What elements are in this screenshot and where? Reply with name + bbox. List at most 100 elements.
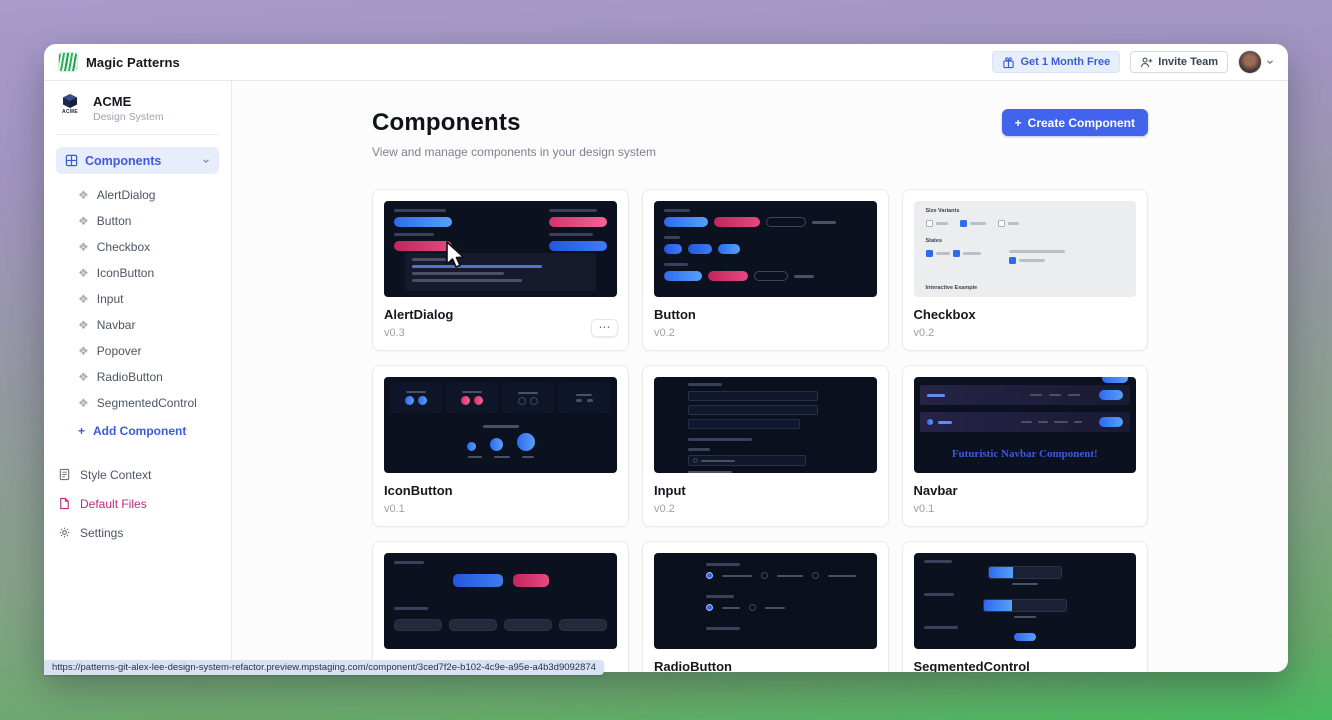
thumbnail-checkbox[interactable]: Size Variants States Intera — [914, 201, 1137, 297]
card-popover[interactable]: Popover v0.2 — [372, 541, 629, 672]
sidebar-item-label: Button — [97, 214, 132, 228]
sidebar-item-popover[interactable]: ❖Popover — [74, 338, 219, 364]
invite-team-button[interactable]: Invite Team — [1130, 51, 1228, 73]
card-alertdialog[interactable]: AlertDialog v0.3 ⋯ — [372, 189, 629, 351]
magic-patterns-logo-icon — [58, 52, 78, 72]
chevron-down-icon — [1266, 58, 1274, 66]
deco-logo-line — [938, 421, 952, 424]
sidebar-group-components[interactable]: Components — [56, 147, 219, 174]
sidebar-item-settings[interactable]: Settings — [56, 518, 219, 547]
file-icon — [58, 497, 71, 510]
plus-icon: + — [1015, 116, 1022, 130]
deco-line — [1012, 583, 1038, 585]
get-month-free-label: Get 1 Month Free — [1020, 56, 1110, 68]
thumb-col — [549, 209, 607, 227]
deco-line — [412, 265, 542, 268]
sidebar-item-label: SegmentedControl — [97, 396, 197, 410]
deco-line — [706, 595, 734, 598]
sidebar-item-radiobutton[interactable]: ❖ RadioButton — [74, 364, 219, 390]
get-month-free-button[interactable]: Get 1 Month Free — [992, 51, 1120, 73]
sidebar-item-navbar[interactable]: ❖Navbar — [74, 312, 219, 338]
deco-button — [1099, 417, 1123, 427]
deco-line — [706, 563, 740, 566]
segment-active — [989, 567, 1013, 578]
thumb-item — [998, 220, 1019, 227]
card-radiobutton[interactable]: RadioButton v0.1 — [642, 541, 889, 672]
deco-input-field — [688, 419, 800, 429]
thumb-item — [1009, 257, 1065, 264]
sidebar-group-label: Components — [85, 154, 161, 168]
sidebar-item-checkbox[interactable]: ❖Checkbox — [74, 234, 219, 260]
card-iconbutton[interactable]: IconButton v0.1 — [372, 365, 629, 527]
invite-team-label: Invite Team — [1158, 56, 1218, 68]
deco-button — [688, 244, 712, 254]
component-icon: ❖ — [78, 189, 89, 201]
thumbnail-input[interactable] — [654, 377, 877, 473]
card-more-button[interactable]: ⋯ — [591, 319, 618, 337]
avatar[interactable] — [1238, 50, 1262, 74]
thumbnail-iconbutton[interactable] — [384, 377, 617, 473]
sidebar-footer: Style Context Default Files Settings — [56, 460, 219, 547]
user-menu[interactable] — [1238, 50, 1274, 74]
page-title-block: Components View and manage components in… — [372, 109, 656, 159]
thumbnail-segmentedcontrol[interactable] — [914, 553, 1137, 649]
sidebar-item-label: Navbar — [97, 318, 136, 332]
app-body: ACME ACME Design System Components ❖ Aler… — [44, 81, 1288, 672]
create-component-label: Create Component — [1028, 116, 1135, 130]
card-input[interactable]: Input v0.2 — [642, 365, 889, 527]
thumbnail-radiobutton[interactable] — [654, 553, 877, 649]
sidebar-item-label: AlertDialog — [97, 188, 156, 202]
component-grid: AlertDialog v0.3 ⋯ — [372, 189, 1148, 672]
add-component-button[interactable]: + Add Component — [78, 418, 219, 444]
deco-logo-line — [927, 394, 945, 397]
thumb-group — [446, 383, 498, 413]
card-button[interactable]: Button v0.2 — [642, 189, 889, 351]
deco-line — [688, 438, 752, 441]
icon-button-dot — [461, 396, 470, 405]
deco-line — [576, 399, 582, 402]
card-name: RadioButton — [654, 659, 877, 672]
thumb-col — [549, 233, 607, 251]
create-component-button[interactable]: + Create Component — [1002, 109, 1148, 136]
deco-line — [722, 575, 752, 577]
top-header: Magic Patterns Get 1 Month Free Invite T… — [44, 44, 1288, 81]
segment — [1012, 600, 1038, 611]
acme-logo: ACME — [56, 93, 84, 123]
card-version: v0.1 — [384, 503, 617, 515]
card-name: IconButton — [384, 483, 617, 498]
person-plus-icon — [1140, 56, 1153, 69]
sidebar-item-alertdialog[interactable]: ❖ AlertDialog — [74, 182, 219, 208]
thumb-row — [394, 233, 607, 251]
thumbnail-popover[interactable] — [384, 553, 617, 649]
grid-icon — [65, 154, 78, 167]
sidebar-item-default-files[interactable]: Default Files — [56, 489, 219, 518]
deco-navbar-row — [920, 412, 1131, 432]
card-version: v0.1 — [914, 503, 1137, 515]
deco-links — [1021, 421, 1082, 423]
deco-line — [701, 460, 735, 462]
thumbnail-navbar[interactable]: Futuristic Navbar Component! — [914, 377, 1137, 473]
component-icon: ❖ — [78, 215, 89, 227]
sidebar-item-label: RadioButton — [97, 370, 163, 384]
card-segmentedcontrol[interactable]: SegmentedControl v0.2 — [902, 541, 1149, 672]
segment-active — [984, 600, 1012, 611]
card-checkbox[interactable]: Size Variants States Intera — [902, 189, 1149, 351]
sidebar-item-segmentedcontrol[interactable]: ❖SegmentedControl — [74, 390, 219, 416]
org-switcher[interactable]: ACME ACME Design System — [56, 93, 219, 123]
thumb-row — [394, 619, 607, 631]
thumbnail-alertdialog[interactable] — [384, 201, 617, 297]
deco-line — [924, 560, 952, 563]
deco-button — [394, 217, 452, 227]
org-name: ACME — [93, 94, 164, 109]
card-navbar[interactable]: Futuristic Navbar Component! Navbar v0.1 — [902, 365, 1149, 527]
thumbnail-button[interactable] — [654, 201, 877, 297]
segment — [1013, 567, 1037, 578]
component-icon: ❖ — [78, 371, 89, 383]
sidebar-item-iconbutton[interactable]: ❖IconButton — [74, 260, 219, 286]
deco-button — [708, 271, 748, 281]
sidebar-item-input[interactable]: ❖Input — [74, 286, 219, 312]
sidebar-item-button[interactable]: ❖ Button — [74, 208, 219, 234]
thumb-row — [394, 574, 607, 587]
thumb-item — [926, 250, 981, 257]
sidebar-item-style-context[interactable]: Style Context — [56, 460, 219, 489]
